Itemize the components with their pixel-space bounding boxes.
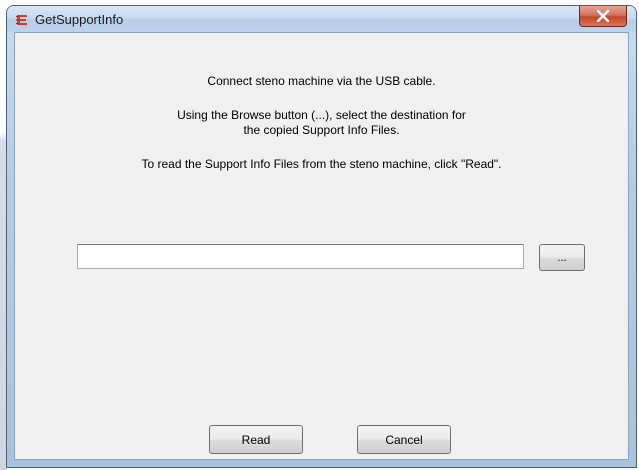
instruction-browse-line1: Using the Browse button (...), select th… [177, 108, 466, 122]
destination-path-input[interactable] [77, 244, 524, 269]
browse-button[interactable]: ... [539, 244, 585, 271]
window-title: GetSupportInfo [35, 12, 124, 27]
dialog-client-area: Connect steno machine via the USB cable.… [14, 32, 629, 460]
app-logo-icon [16, 15, 27, 25]
dialog-window: GetSupportInfo Connect steno machine via… [7, 6, 636, 467]
close-button[interactable] [579, 6, 627, 27]
instruction-connect: Connect steno machine via the USB cable. [207, 74, 436, 88]
instruction-read: To read the Support Info Files from the … [141, 157, 502, 171]
desktop-edge [0, 0, 7, 470]
read-button[interactable]: Read [209, 425, 303, 454]
title-bar[interactable]: GetSupportInfo [7, 6, 636, 32]
instruction-browse-line2: the copied Support Info Files. [243, 123, 400, 137]
close-icon [596, 10, 610, 22]
cancel-button[interactable]: Cancel [357, 425, 451, 454]
